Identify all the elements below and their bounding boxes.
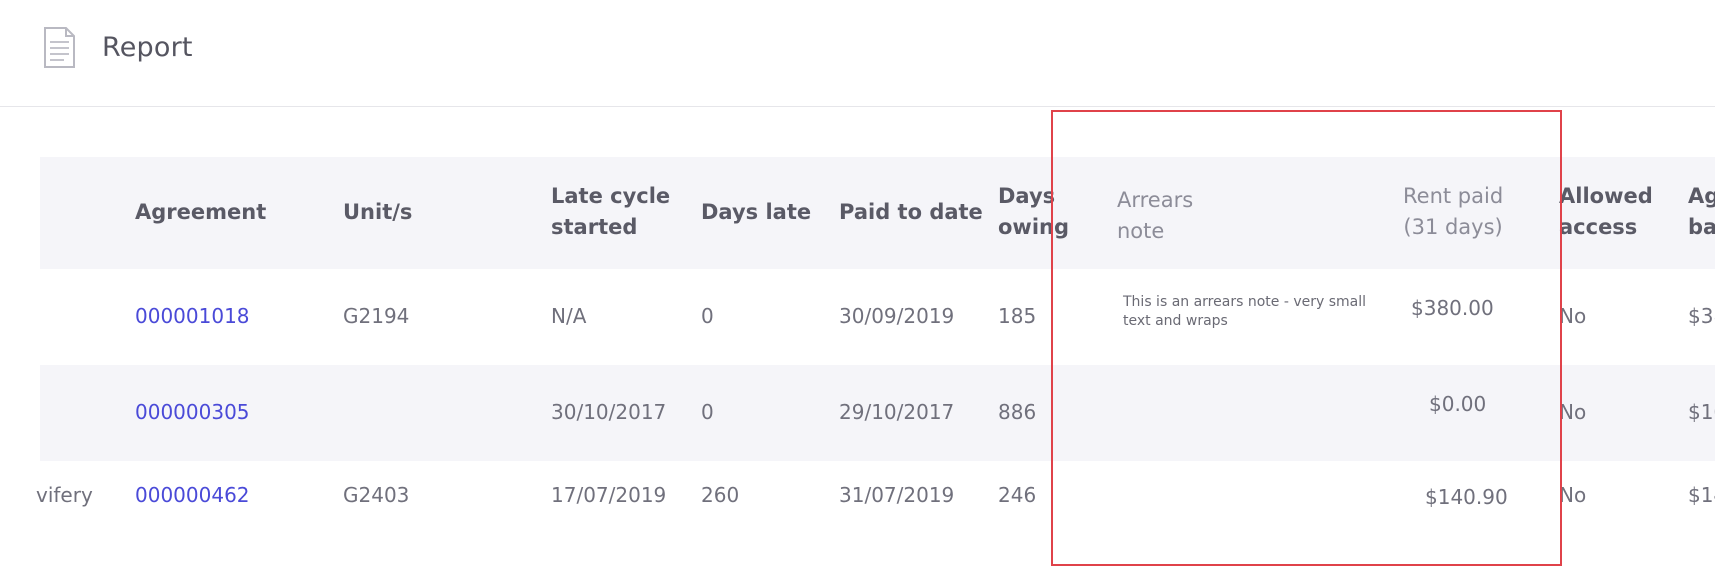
- ag-balance-cell: $38: [1688, 304, 1715, 328]
- table-header-row: Agreement Unit/s Late cycle started Days…: [40, 157, 1715, 269]
- column-header-label: Late cycle: [551, 184, 671, 208]
- days-owing-cell: 246: [998, 483, 1037, 507]
- column-header-label: ba: [1688, 215, 1715, 239]
- allowed-access-cell: No: [1559, 400, 1587, 424]
- table-row[interactable]: 000001018 G2194 N/A 0 30/09/2019 185 Thi…: [40, 269, 1715, 365]
- rent-paid-cell: $0.00: [1429, 392, 1487, 416]
- column-header-rent-paid[interactable]: Rent paid (31 days): [1403, 181, 1503, 243]
- column-header-arrears-note[interactable]: Arrears note: [1117, 185, 1193, 247]
- column-header-label: Arrears: [1117, 188, 1194, 212]
- days-late-cell: 260: [701, 483, 740, 507]
- column-header-late-cycle-started[interactable]: Late cycle started: [551, 181, 670, 243]
- table-row[interactable]: 000000305 30/10/2017 0 29/10/2017 886 $0…: [40, 365, 1715, 461]
- rent-paid-cell: $380.00: [1411, 296, 1494, 320]
- column-header-label: (31 days): [1403, 215, 1503, 239]
- days-late-cell: 0: [701, 304, 714, 328]
- agreement-link[interactable]: 000000462: [135, 483, 250, 507]
- ag-balance-cell: $10: [1688, 400, 1715, 424]
- column-header-days-owing[interactable]: Days owing: [998, 181, 1069, 243]
- column-header-paid-to-date[interactable]: Paid to date: [839, 197, 983, 228]
- paid-to-date-cell: 30/09/2019: [839, 304, 955, 328]
- agreement-link[interactable]: 000000305: [135, 400, 250, 424]
- days-late-cell: 0: [701, 400, 714, 424]
- column-header-agreement[interactable]: Agreement: [135, 197, 266, 228]
- unit-cell: G2194: [343, 304, 410, 328]
- allowed-access-cell: No: [1559, 483, 1587, 507]
- late-cycle-started-cell: 17/07/2019: [551, 483, 667, 507]
- allowed-access-cell: No: [1559, 304, 1587, 328]
- table-row[interactable]: vifery 000000462 G2403 17/07/2019 260 31…: [36, 461, 1715, 533]
- column-header-days-late[interactable]: Days late: [701, 197, 811, 228]
- name-cell: vifery: [36, 483, 93, 507]
- column-header-label: owing: [998, 215, 1070, 239]
- agreement-link[interactable]: 000001018: [135, 304, 250, 328]
- paid-to-date-cell: 31/07/2019: [839, 483, 955, 507]
- page-header: Report: [0, 0, 1715, 107]
- column-header-label: note: [1117, 219, 1165, 243]
- column-header-label: started: [551, 215, 638, 239]
- late-cycle-started-cell: N/A: [551, 304, 587, 328]
- column-header-label: Rent paid: [1403, 184, 1504, 208]
- column-header-label: Ag: [1688, 184, 1715, 208]
- paid-to-date-cell: 29/10/2017: [839, 400, 955, 424]
- column-header-label: Allowed: [1559, 184, 1653, 208]
- column-header-units[interactable]: Unit/s: [343, 197, 412, 228]
- arrears-note-cell: This is an arrears note - very small tex…: [1123, 294, 1366, 329]
- column-header-allowed-access[interactable]: Allowed access: [1559, 181, 1653, 243]
- ag-balance-cell: $14: [1688, 483, 1715, 507]
- days-owing-cell: 185: [998, 304, 1037, 328]
- unit-cell: G2403: [343, 483, 410, 507]
- document-icon: [44, 27, 75, 68]
- late-cycle-started-cell: 30/10/2017: [551, 400, 667, 424]
- column-header-ag-balance[interactable]: Ag ba: [1688, 181, 1715, 243]
- column-header-label: access: [1559, 215, 1638, 239]
- column-header-label: Days: [998, 184, 1056, 208]
- page-title: Report: [102, 32, 193, 63]
- rent-paid-cell: $140.90: [1425, 485, 1508, 509]
- days-owing-cell: 886: [998, 400, 1037, 424]
